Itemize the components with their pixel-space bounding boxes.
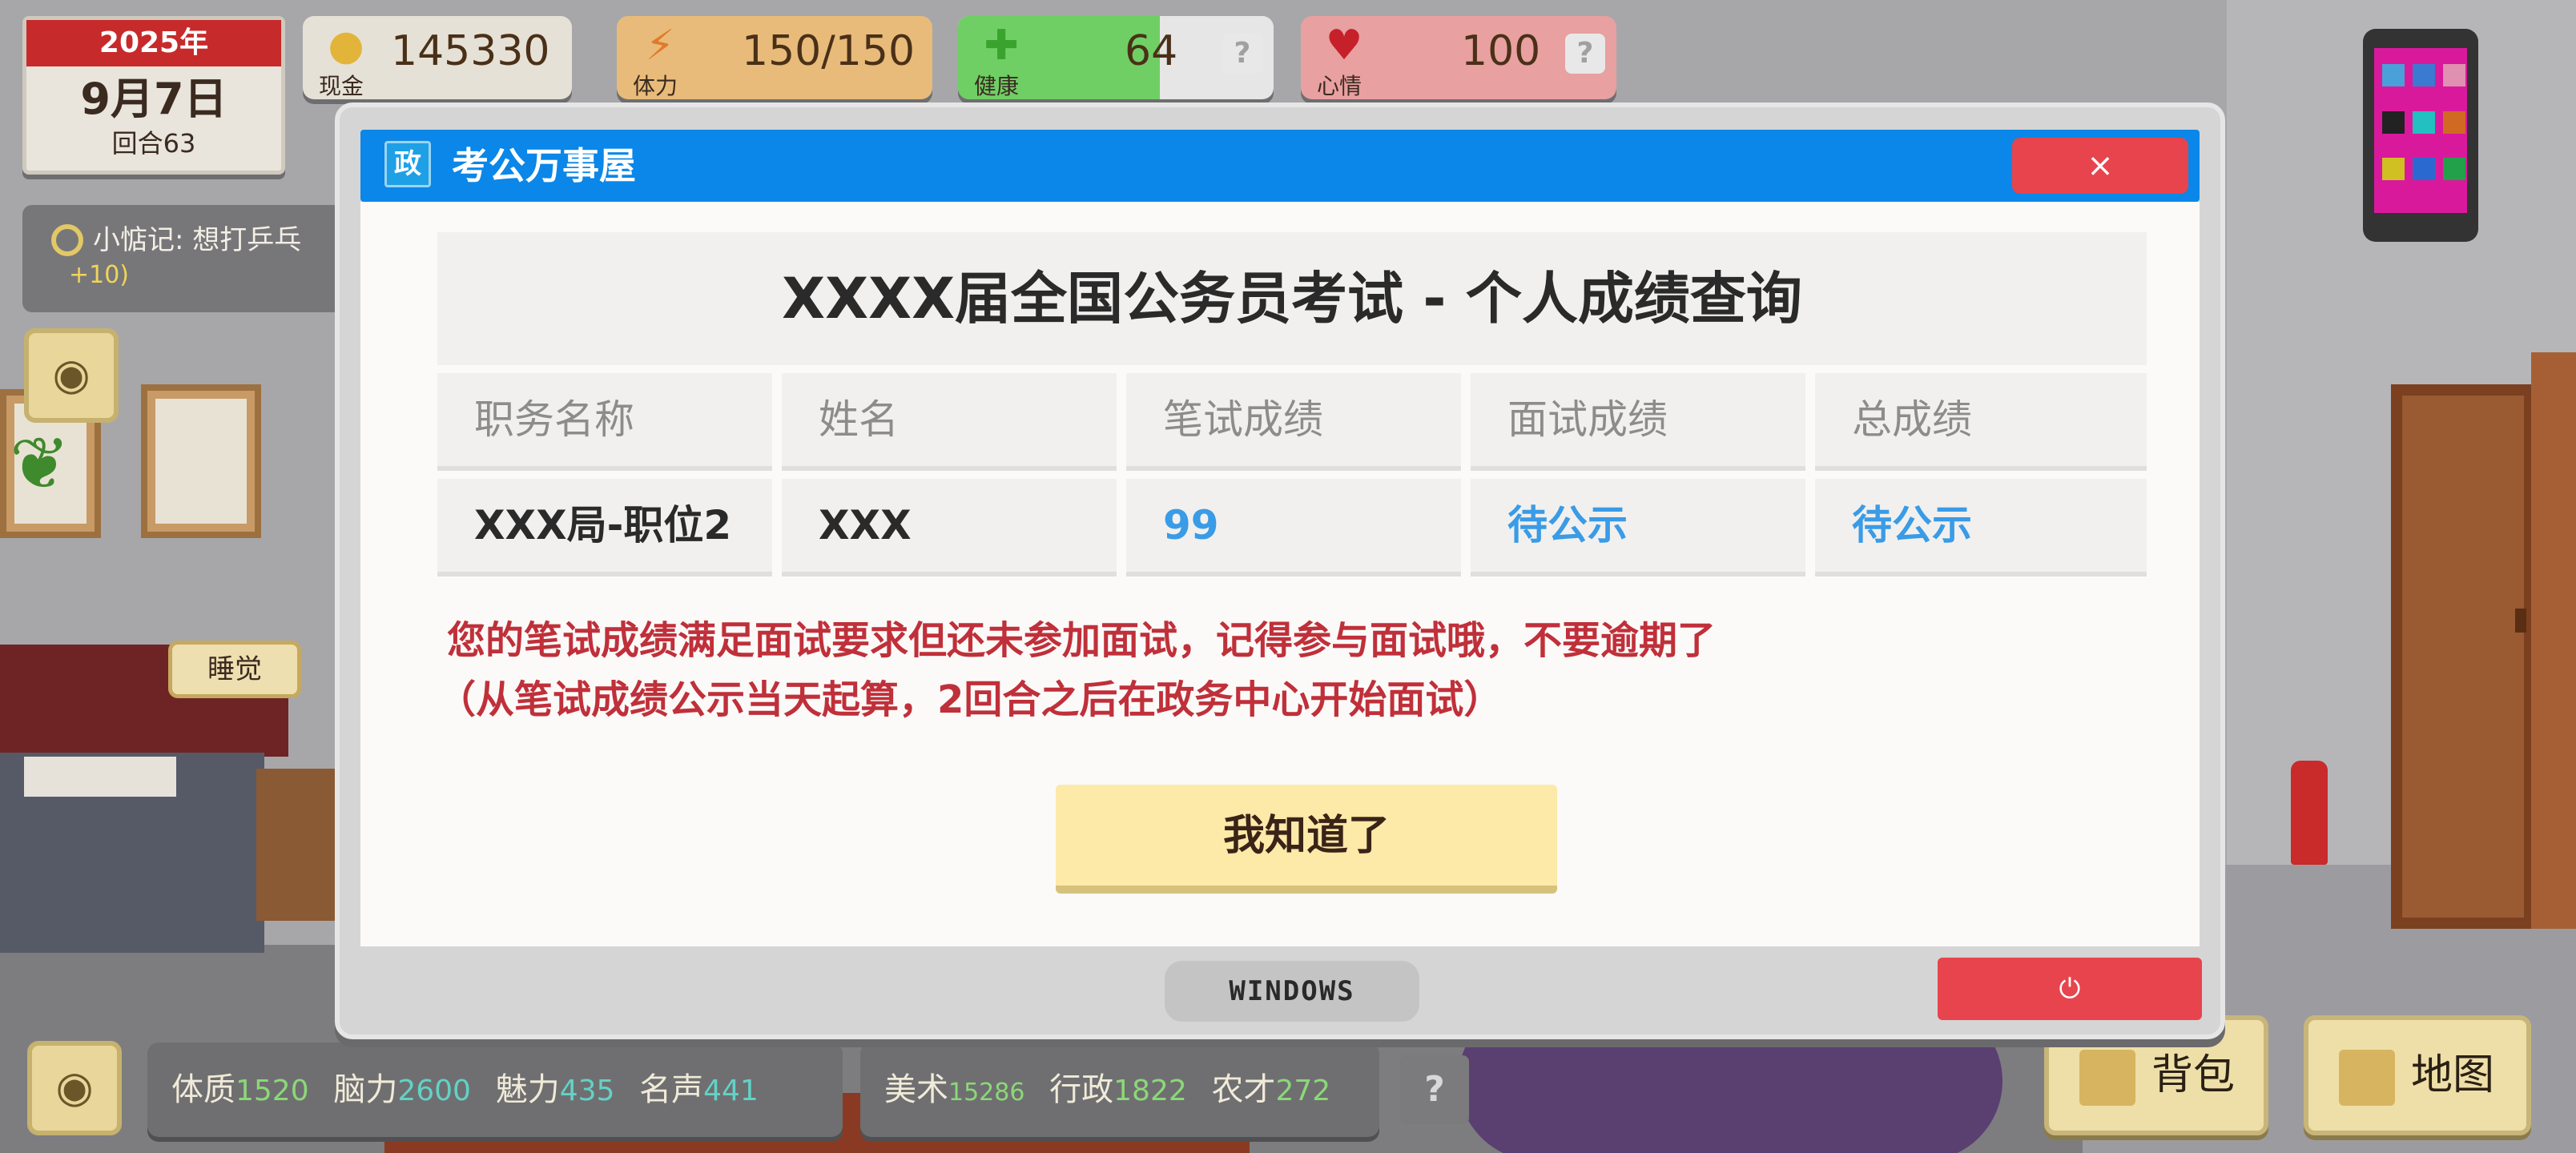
attr-name: 美术 [884, 1071, 948, 1108]
window-titlebar[interactable]: 政 考公万事屋 × [360, 130, 2200, 202]
plant-icon: ❦ [10, 422, 70, 506]
lightning-icon: ⚡ [645, 22, 675, 70]
calendar-date: 9月7日 [80, 74, 227, 124]
mood-stat[interactable]: ♥ 心情 100 ? [1301, 16, 1616, 99]
score-panel: XXXX届全国公务员考试 - 个人成绩查询 职务名称 姓名 笔试成绩 面试成绩 … [437, 232, 2147, 580]
attr-value: 272 [1275, 1075, 1331, 1107]
reminder-text: 小惦记: 想打乒乓 [93, 224, 302, 256]
cash-value: 145330 [391, 27, 550, 75]
mood-help-button[interactable]: ? [1565, 34, 1605, 74]
attr-name: 农才 [1211, 1071, 1276, 1108]
health-value: 64 [1125, 27, 1178, 75]
table-header: 总成绩 [1815, 373, 2147, 471]
calendar: 2025年 9月7日 回合63 [22, 16, 285, 175]
table-cell-position: XXX局-职位2 [437, 479, 772, 576]
attr-name: 魅力 [495, 1071, 560, 1108]
health-label: 健康 [974, 73, 1020, 99]
attribute-bar-primary: 体质1520 脑力2600 魅力435 名声441 [147, 1043, 843, 1137]
acknowledge-button[interactable]: 我知道了 [1056, 785, 1557, 894]
attribute-bar-secondary: 美术15286 行政1822 农才272 [860, 1043, 1379, 1137]
cash-label: 现金 [319, 73, 364, 99]
table-cell-written-score: 99 [1126, 479, 1461, 576]
table-header: 面试成绩 [1471, 373, 1805, 471]
attr-name: 行政 [1049, 1071, 1114, 1108]
attr-value: 15286 [948, 1079, 1025, 1107]
table-header: 笔试成绩 [1126, 373, 1461, 471]
map-button[interactable]: 地图 [2304, 1015, 2531, 1135]
attr-value: 435 [559, 1075, 615, 1107]
reminder-bonus: +10) [69, 261, 130, 289]
bed-pillow [24, 757, 176, 797]
map-label: 地图 [2411, 1051, 2495, 1099]
health-stat[interactable]: ✚ 健康 64 ? [958, 16, 1274, 99]
mood-value: 100 [1461, 27, 1541, 75]
attributes-help-button[interactable]: ? [1400, 1055, 1469, 1124]
eye-icon[interactable]: ◉ [24, 328, 119, 423]
close-button[interactable]: × [2012, 138, 2188, 194]
reminder-ring-icon [51, 224, 83, 256]
attr-name: 名声 [639, 1071, 704, 1108]
coin-icon: ● [328, 22, 364, 70]
mood-label: 心情 [1317, 73, 1362, 99]
attr-value: 1822 [1113, 1075, 1187, 1107]
energy-value: 150/150 [742, 27, 916, 75]
energy-label: 体力 [633, 73, 678, 99]
table-header: 职务名称 [437, 373, 772, 471]
table-cell-name: XXX [782, 479, 1117, 576]
health-help-button[interactable]: ? [1222, 34, 1262, 74]
reminder-panel[interactable]: 小惦记: 想打乒乓 +10) [22, 205, 375, 312]
door-knob [2515, 609, 2526, 633]
window-content: XXXX届全国公务员考试 - 个人成绩查询 职务名称 姓名 笔试成绩 面试成绩 … [360, 202, 2200, 946]
sleep-button[interactable]: 睡觉 [168, 641, 301, 698]
door[interactable] [2391, 384, 2535, 929]
window-title: 考公万事屋 [452, 144, 636, 187]
power-icon[interactable]: ⏻ [1938, 958, 2202, 1020]
attr-value: 441 [703, 1075, 759, 1107]
windows-start-button[interactable]: WINDOWS [1165, 961, 1419, 1022]
notice-line-2: （从笔试成绩公示当天起算，2回合之后在政务中心开始面试） [437, 677, 1503, 722]
side-door[interactable] [2531, 352, 2576, 929]
notice-line-1: 您的笔试成绩满足面试要求但还未参加面试，记得参与面试哦，不要逾期了 [447, 618, 1717, 663]
phone-icon[interactable] [2363, 29, 2478, 242]
exam-window: 政 考公万事屋 × XXXX届全国公务员考试 - 个人成绩查询 职务名称 姓名 … [335, 102, 2225, 1039]
nightstand [256, 769, 336, 921]
app-badge-icon: 政 [384, 141, 431, 187]
backpack-label: 背包 [2151, 1051, 2236, 1099]
bag-icon [2079, 1050, 2135, 1106]
wall-picture-portrait [141, 384, 261, 538]
table-cell-interview-score: 待公示 [1471, 479, 1805, 576]
plus-icon: ✚ [984, 22, 1019, 70]
table-header: 姓名 [782, 373, 1117, 471]
eye-icon[interactable]: ◉ [27, 1041, 122, 1135]
map-icon [2339, 1050, 2395, 1106]
table-cell-total-score: 待公示 [1815, 479, 2147, 576]
attr-value: 2600 [397, 1075, 471, 1107]
panel-title: XXXX届全国公务员考试 - 个人成绩查询 [437, 232, 2147, 365]
attr-name: 体质 [171, 1071, 235, 1108]
calendar-year: 2025年 [26, 20, 281, 66]
calendar-round: 回合63 [111, 128, 196, 159]
fire-extinguisher [2291, 761, 2328, 865]
attr-name: 脑力 [333, 1071, 398, 1108]
heart-icon: ♥ [1325, 22, 1363, 70]
cash-stat[interactable]: ● 现金 145330 [303, 16, 572, 99]
energy-stat[interactable]: ⚡ 体力 150/150 [617, 16, 932, 99]
attr-value: 1520 [235, 1075, 309, 1107]
